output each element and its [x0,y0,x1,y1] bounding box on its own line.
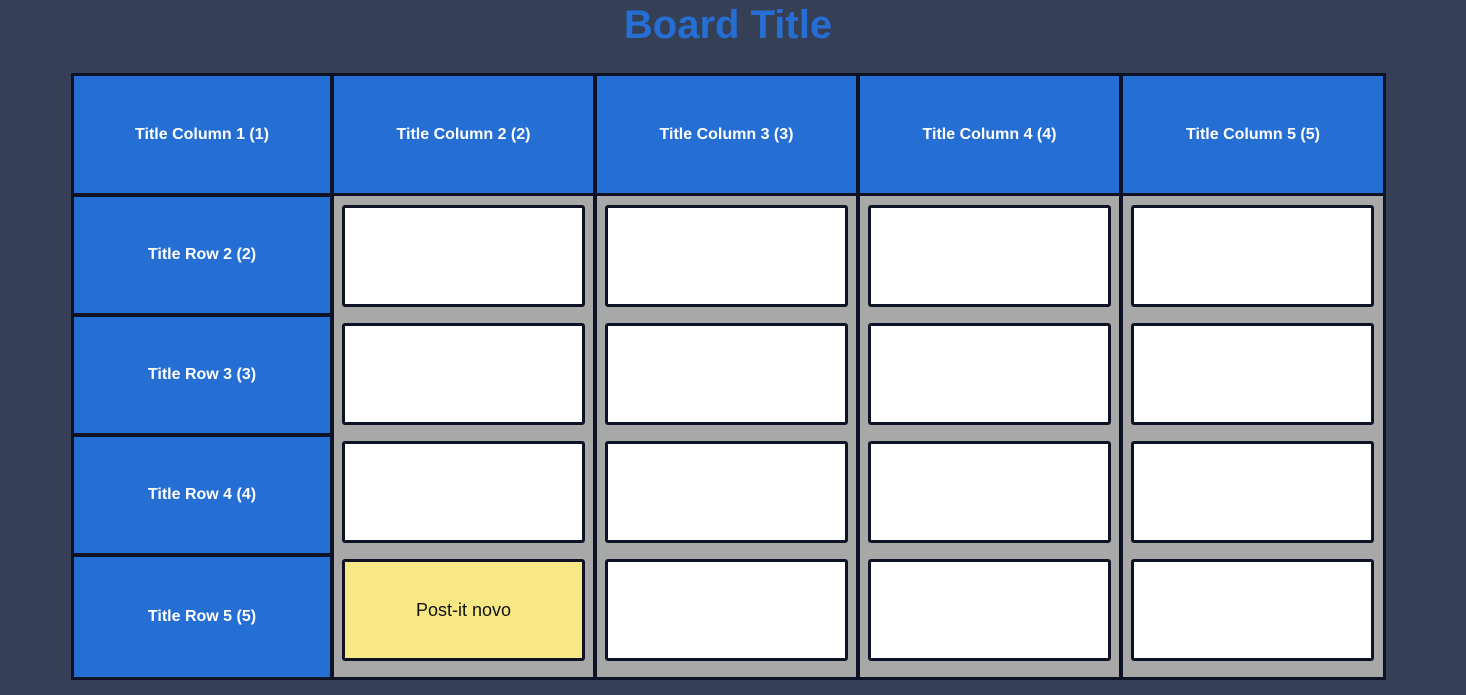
postit-r3-c5[interactable] [1131,323,1374,425]
postit-r4-c4[interactable] [868,441,1111,543]
postit-r4-c2[interactable] [342,441,585,543]
postit-r3-c3[interactable] [605,323,848,425]
postit-r5-c3[interactable] [605,559,848,661]
postit-r2-c3[interactable] [605,205,848,307]
postit-r3-c2[interactable] [342,323,585,425]
postit-r4-c3[interactable] [605,441,848,543]
row-header-4[interactable]: Title Row 4 (4) [71,434,333,556]
postit-r5-c2[interactable]: Post-it novo [342,559,585,661]
column-header-4[interactable]: Title Column 4 (4) [857,73,1122,196]
board-title: Board Title [623,3,833,47]
postit-r3-c4[interactable] [868,323,1111,425]
postit-r4-c5[interactable] [1131,441,1374,543]
column-header-5[interactable]: Title Column 5 (5) [1120,73,1386,196]
row-header-5[interactable]: Title Row 5 (5) [71,554,333,680]
postit-r2-c5[interactable] [1131,205,1374,307]
column-header-1[interactable]: Title Column 1 (1) [71,73,333,196]
postit-r2-c4[interactable] [868,205,1111,307]
board-grid: Title Column 1 (1) Title Column 2 (2) Ti… [71,73,1386,680]
column-header-3[interactable]: Title Column 3 (3) [594,73,859,196]
postit-r5-c4[interactable] [868,559,1111,661]
column-header-2[interactable]: Title Column 2 (2) [331,73,596,196]
row-header-3[interactable]: Title Row 3 (3) [71,314,333,436]
postit-r5-c5[interactable] [1131,559,1374,661]
row-header-2[interactable]: Title Row 2 (2) [71,194,333,316]
postit-r2-c2[interactable] [342,205,585,307]
